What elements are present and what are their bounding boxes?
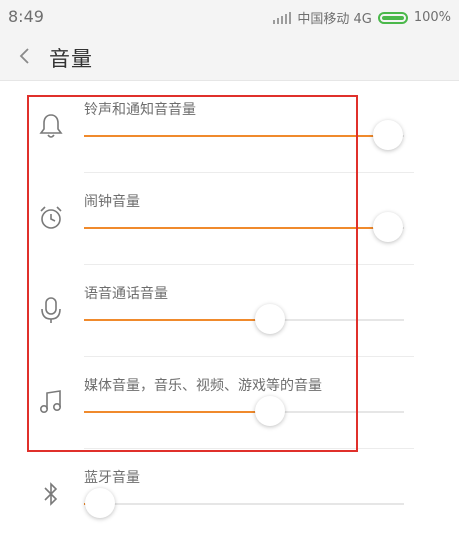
slider-thumb[interactable]: [373, 120, 403, 150]
volume-row-media: 媒体音量，音乐、视频、游戏等的音量: [28, 357, 414, 449]
volume-row-alarm: 闹钟音量: [28, 173, 414, 265]
volume-row-label: 闹钟音量: [84, 194, 140, 210]
bluetooth-volume-slider[interactable]: [84, 488, 404, 518]
volume-row-voice-call: 语音通话音量: [28, 265, 414, 357]
status-indicators: 中国移动 4G 100%: [273, 8, 451, 27]
bluetooth-icon: [36, 479, 66, 509]
status-bar: 8:49 中国移动 4G 100%: [0, 0, 459, 34]
bell-icon: [36, 111, 66, 141]
status-time: 8:49: [8, 7, 44, 26]
slider-thumb[interactable]: [373, 212, 403, 242]
slider-thumb[interactable]: [255, 396, 285, 426]
chevron-left-icon: [19, 48, 29, 64]
microphone-icon: [36, 295, 66, 325]
volume-list: 铃声和通知音音量 闹钟音量 语音通话音量 媒体音量，音乐、视频、游戏等的音量 蓝…: [0, 81, 459, 518]
battery-icon: [377, 11, 408, 24]
back-button[interactable]: [10, 41, 40, 71]
app-header: 音量: [0, 34, 459, 81]
volume-row-label: 蓝牙音量: [84, 470, 140, 486]
volume-row-ringtone: 铃声和通知音音量: [28, 81, 414, 173]
volume-row-label: 铃声和通知音音量: [84, 102, 196, 118]
volume-row-bluetooth: 蓝牙音量: [28, 449, 414, 541]
battery-percent: 100%: [413, 10, 451, 25]
voice-call-volume-slider[interactable]: [84, 304, 404, 334]
signal-icon: [273, 11, 292, 24]
slider-fill: [84, 319, 270, 321]
slider-thumb[interactable]: [85, 488, 115, 518]
slider-fill: [84, 227, 388, 229]
page-title: 音量: [49, 47, 93, 71]
carrier-label: 中国移动 4G: [297, 12, 372, 27]
alarm-clock-icon: [36, 203, 66, 233]
music-note-icon: [36, 387, 66, 417]
ringtone-volume-slider[interactable]: [84, 120, 404, 150]
media-volume-slider[interactable]: [84, 396, 404, 426]
volume-row-label: 语音通话音量: [84, 286, 168, 302]
slider-thumb[interactable]: [255, 304, 285, 334]
slider-fill: [84, 135, 388, 137]
slider-fill: [84, 411, 270, 413]
volume-row-label: 媒体音量，音乐、视频、游戏等的音量: [84, 378, 322, 394]
alarm-volume-slider[interactable]: [84, 212, 404, 242]
